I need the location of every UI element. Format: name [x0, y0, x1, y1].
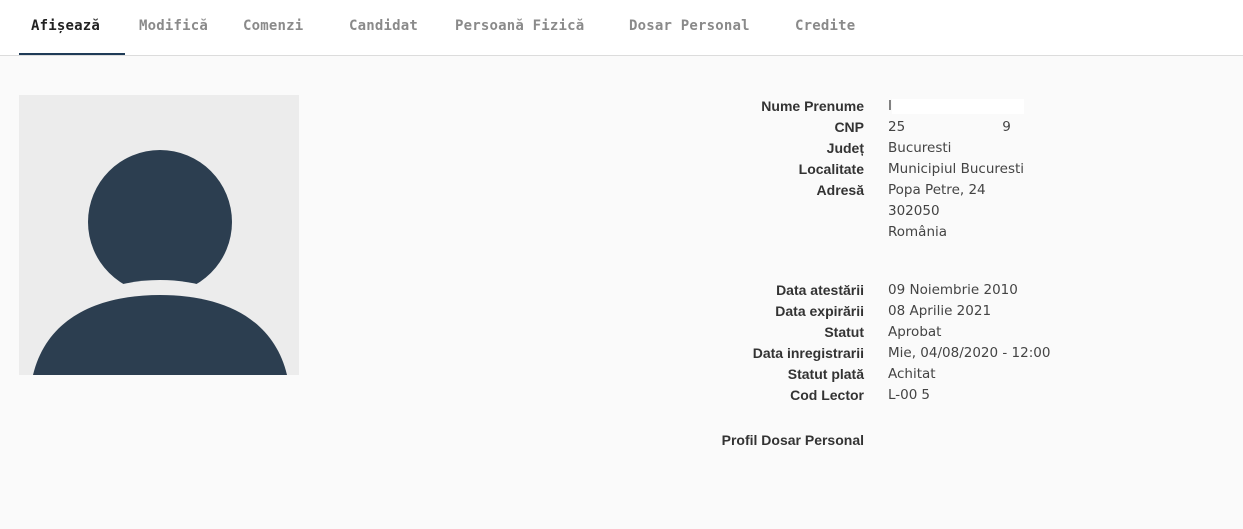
tab-persoana-fizica[interactable]: Persoană Fizică [455, 18, 584, 34]
tab-dosar-personal[interactable]: Dosar Personal [629, 18, 750, 34]
row-statut-plata: Statut plată Achitat [640, 364, 1200, 385]
row-profil-dosar: Profil Dosar Personal [640, 430, 1200, 451]
label-localitate: Localitate [798, 161, 864, 177]
row-data-atestarii: Data atestării 09 Noiembrie 2010 [640, 280, 1200, 301]
row-localitate: Localitate Municipiul Bucuresti [640, 159, 1200, 180]
label-cod-lector: Cod Lector [790, 387, 864, 403]
tab-comenzi[interactable]: Comenzi [243, 18, 303, 34]
row-data-inregistrarii: Data inregistrarii Mie, 04/08/2020 - 12:… [640, 343, 1200, 364]
tab-afiseaza[interactable]: Afișează [31, 18, 100, 34]
user-silhouette-icon [33, 150, 287, 375]
value-cnp: 25 9 [888, 119, 1011, 135]
label-statut-plata: Statut plată [787, 366, 864, 382]
value-adresa-line1: Popa Petre, 24 [888, 182, 986, 198]
label-data-inregistrarii: Data inregistrarii [752, 345, 864, 361]
value-data-expirarii: 08 Aprilie 2021 [888, 303, 992, 319]
value-statut: Aprobat [888, 324, 942, 340]
label-statut: Statut [824, 324, 864, 340]
label-judet: Județ [826, 140, 864, 156]
row-nume-prenume: Nume Prenume I [640, 96, 1200, 117]
row-cnp: CNP 25 9 [640, 117, 1200, 138]
value-statut-plata: Achitat [888, 366, 936, 382]
value-judet: Bucuresti [888, 140, 952, 156]
label-nume-prenume: Nume Prenume [761, 98, 864, 114]
row-adresa-2: 302050 [640, 201, 1200, 222]
label-data-expirarii: Data expirării [775, 303, 864, 319]
avatar [19, 95, 299, 375]
value-adresa-line3: România [888, 224, 948, 240]
redaction-box [892, 99, 1024, 114]
value-data-atestarii: 09 Noiembrie 2010 [888, 282, 1018, 298]
row-statut: Statut Aprobat [640, 322, 1200, 343]
label-profil-dosar-personal: Profil Dosar Personal [721, 432, 864, 448]
label-adresa: Adresă [816, 182, 864, 198]
label-data-atestarii: Data atestării [776, 282, 864, 298]
row-adresa: Adresă Popa Petre, 24 [640, 180, 1200, 201]
row-data-expirarii: Data expirării 08 Aprilie 2021 [640, 301, 1200, 322]
tab-bar: Afișează Modifică Comenzi Candidat Perso… [0, 0, 1243, 56]
row-cod-lector: Cod Lector L-00 5 [640, 385, 1200, 406]
value-nume-prenume: I [888, 96, 1024, 117]
tab-credite[interactable]: Credite [795, 18, 855, 34]
row-adresa-3: România [640, 222, 1200, 243]
tab-candidat[interactable]: Candidat [349, 18, 418, 34]
row-judet: Județ Bucuresti [640, 138, 1200, 159]
label-cnp: CNP [834, 119, 864, 135]
active-tab-indicator [19, 53, 125, 55]
value-data-inregistrarii: Mie, 04/08/2020 - 12:00 [888, 345, 1051, 361]
profile-details: Nume Prenume I CNP 25 9 Județ Bucuresti L… [640, 96, 1200, 451]
value-adresa-line2: 302050 [888, 203, 940, 219]
tab-modifica[interactable]: Modifică [139, 18, 208, 34]
value-cod-lector: L-00 5 [888, 387, 930, 403]
value-localitate: Municipiul Bucuresti [888, 161, 1025, 177]
